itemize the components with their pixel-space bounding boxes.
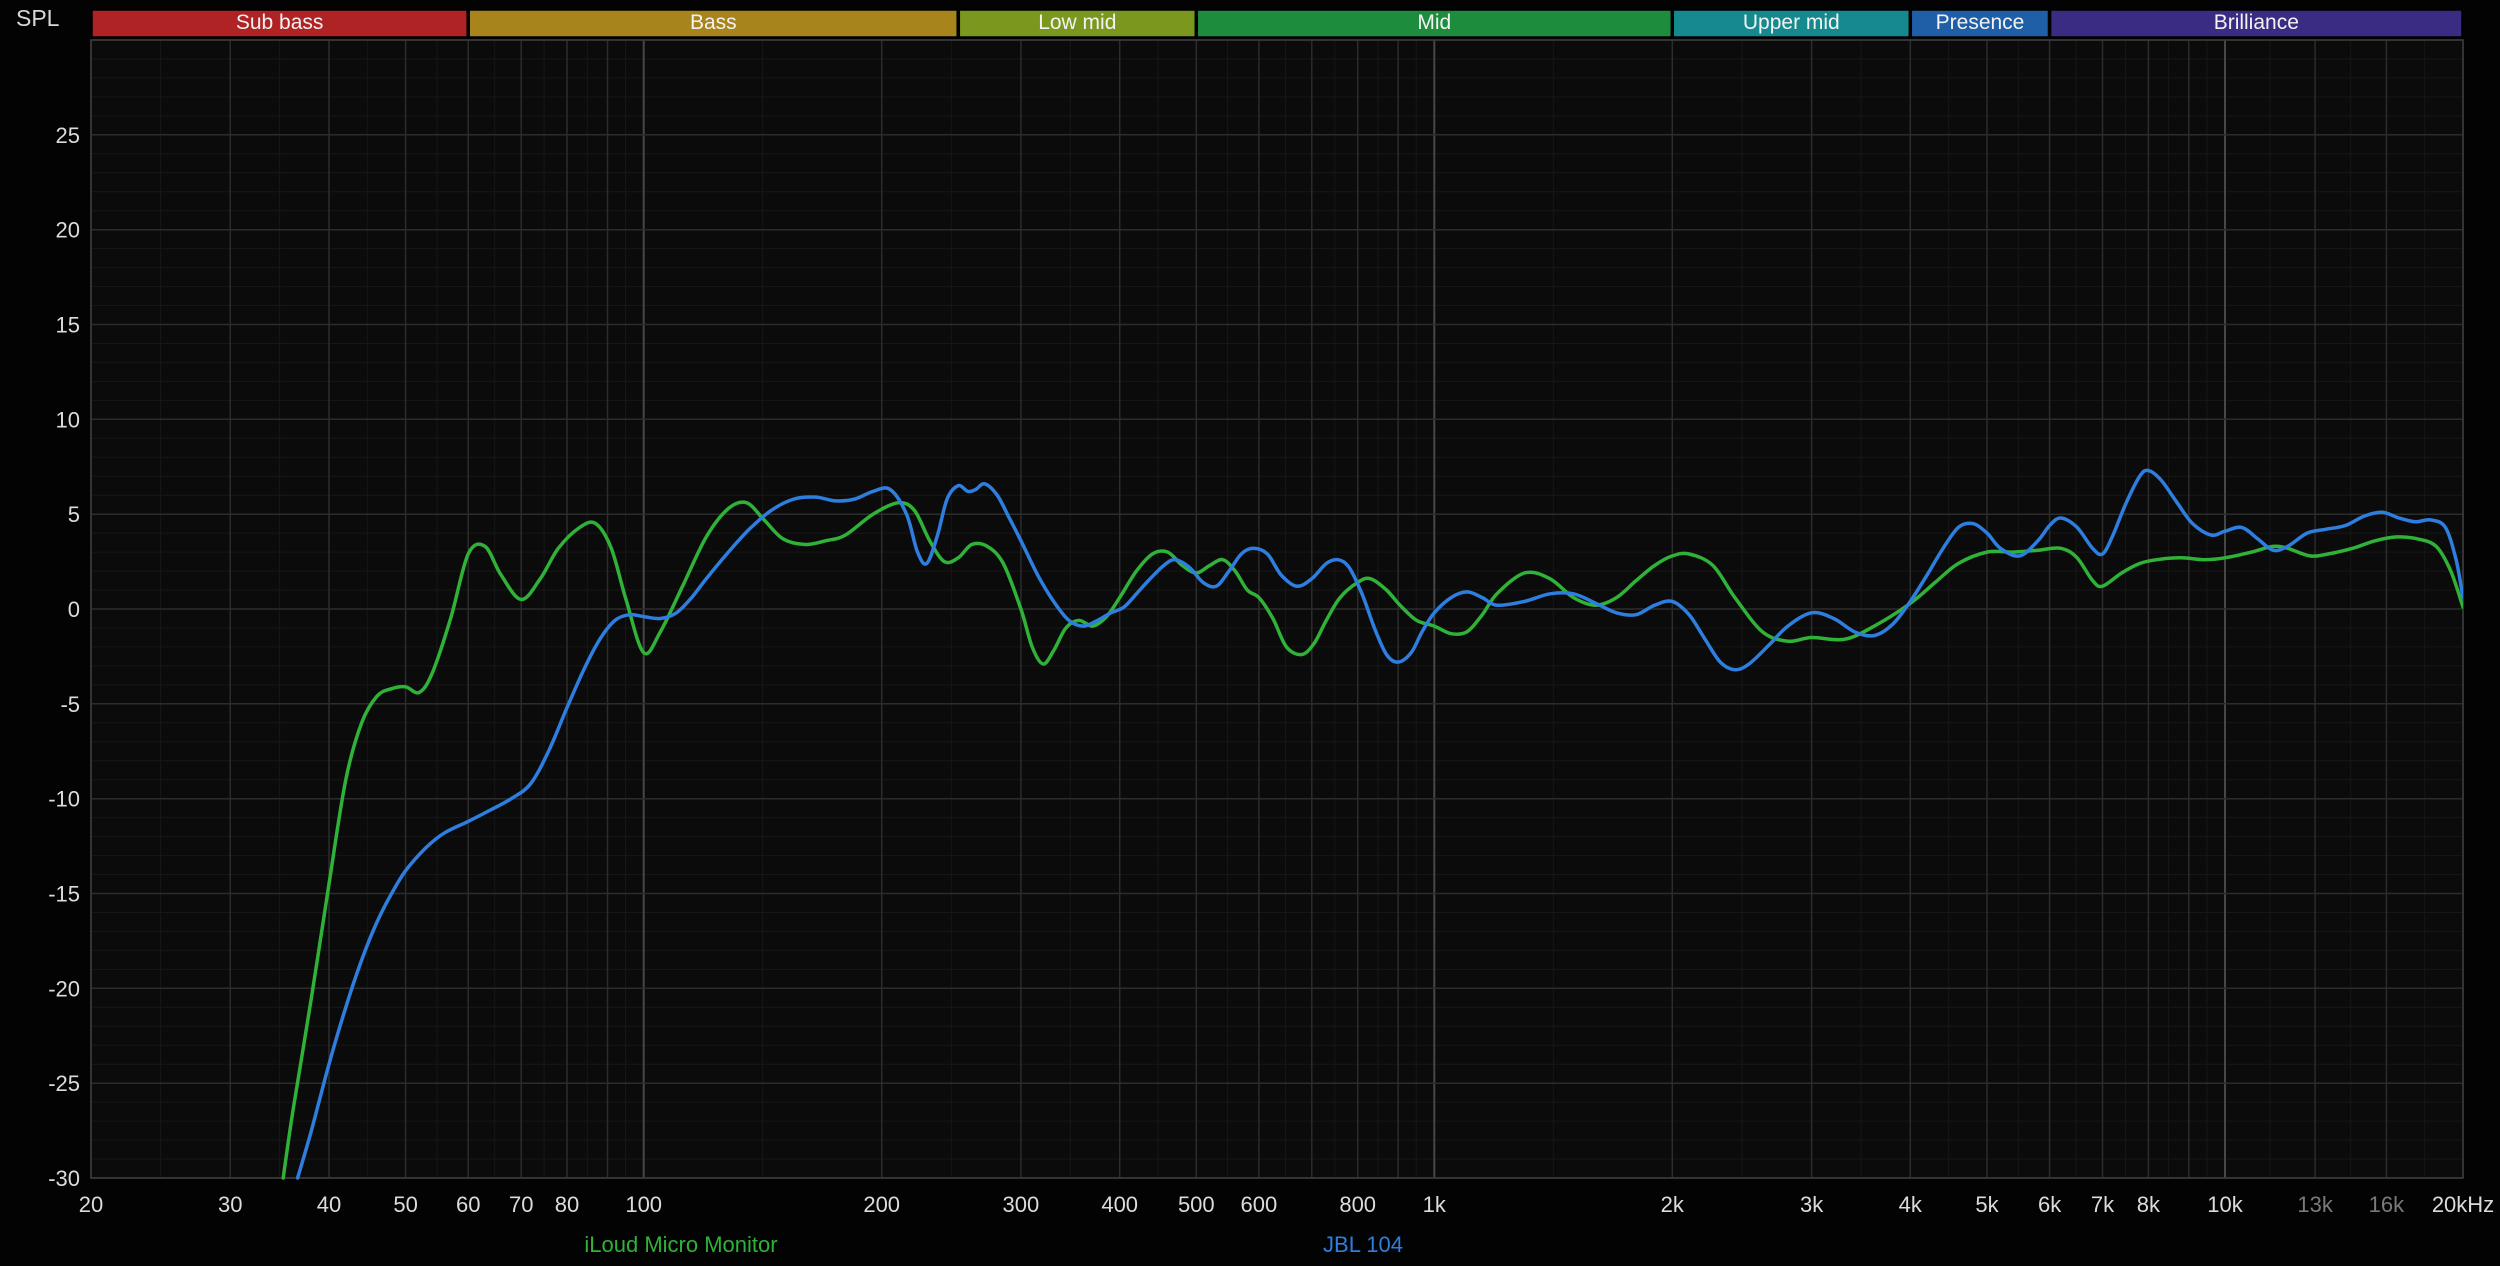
- x-tick-13k: 13k: [2297, 1192, 2333, 1217]
- x-tick-60: 60: [456, 1192, 480, 1217]
- y-tick--5: -5: [60, 692, 80, 717]
- frequency-bands: Sub bass Bass Low mid Mid Upper mid Presence B…: [92, 10, 2462, 37]
- x-tick-6k: 6k: [2038, 1192, 2062, 1217]
- band-label: Low mid: [1038, 11, 1116, 34]
- band-label: Sub bass: [236, 11, 324, 34]
- y-tick--15: -15: [48, 882, 80, 907]
- band-presence: Presence: [1911, 10, 2048, 37]
- x-tick-5k: 5k: [1975, 1192, 1999, 1217]
- x-tick-20: 20: [79, 1192, 103, 1217]
- spl-frequency-response-app: Sub bass Bass Low mid Mid Upper mid Presence B…: [0, 0, 2500, 1266]
- x-tick-300: 300: [1003, 1192, 1040, 1217]
- band-label: Mid: [1417, 11, 1451, 34]
- band-mid: Mid: [1197, 10, 1671, 37]
- y-tick-10: 10: [56, 407, 80, 432]
- x-tick-4k: 4k: [1899, 1192, 1923, 1217]
- x-tick-1k: 1k: [1423, 1192, 1447, 1217]
- band-upper-mid: Upper mid: [1673, 10, 1909, 37]
- x-tick-2k: 2k: [1661, 1192, 1685, 1217]
- x-tick-500: 500: [1178, 1192, 1215, 1217]
- x-tick-70: 70: [509, 1192, 533, 1217]
- y-tick-15: 15: [56, 313, 80, 338]
- grid: [91, 40, 2463, 1178]
- x-tick-600: 600: [1241, 1192, 1278, 1217]
- spl-frequency-chart: Sub bass Bass Low mid Mid Upper mid Presence B…: [0, 0, 2500, 1266]
- x-tick-20kHz: 20kHz: [2432, 1192, 2494, 1217]
- y-tick--10: -10: [48, 787, 80, 812]
- band-low-mid: Low mid: [959, 10, 1195, 37]
- x-tick-800: 800: [1339, 1192, 1376, 1217]
- x-tick-30: 30: [218, 1192, 242, 1217]
- x-tick-80: 80: [555, 1192, 579, 1217]
- x-tick-10k: 10k: [2207, 1192, 2243, 1217]
- band-label: Presence: [1936, 11, 2025, 34]
- y-tick--20: -20: [48, 976, 80, 1001]
- legend-item-jbl-104: JBL 104: [1323, 1232, 1403, 1257]
- band-label: Upper mid: [1743, 11, 1840, 34]
- y-tick-20: 20: [56, 218, 80, 243]
- x-tick-400: 400: [1101, 1192, 1138, 1217]
- y-tick-5: 5: [68, 502, 80, 527]
- x-axis-ticks: 20 30 40 50 60 70 80 100 200 300 400 500 600 800 1k 2k 3…: [79, 1192, 2494, 1217]
- band-sub-bass: Sub bass: [92, 10, 467, 37]
- x-tick-40: 40: [317, 1192, 341, 1217]
- y-axis-title: SPL: [16, 5, 60, 31]
- y-tick-25: 25: [56, 123, 80, 148]
- y-tick--30: -30: [48, 1166, 80, 1191]
- band-brilliance: Brilliance: [2051, 10, 2462, 37]
- legend: iLoud Micro Monitor JBL 104: [584, 1232, 1403, 1257]
- y-tick--25: -25: [48, 1071, 80, 1096]
- x-tick-50: 50: [393, 1192, 417, 1217]
- band-label: Bass: [690, 11, 737, 34]
- x-tick-200: 200: [863, 1192, 900, 1217]
- band-label: Brilliance: [2214, 11, 2299, 34]
- legend-item-iloud-micro-monitor: iLoud Micro Monitor: [584, 1232, 777, 1257]
- x-tick-7k: 7k: [2091, 1192, 2115, 1217]
- x-tick-16k: 16k: [2369, 1192, 2405, 1217]
- x-tick-8k: 8k: [2137, 1192, 2161, 1217]
- x-tick-3k: 3k: [1800, 1192, 1824, 1217]
- y-tick-0: 0: [68, 597, 80, 622]
- band-bass: Bass: [469, 10, 957, 37]
- x-tick-100: 100: [625, 1192, 662, 1217]
- y-axis-ticks: 25 20 15 10 5 0 -5 -10 -15 -20 -25 -30: [48, 123, 80, 1191]
